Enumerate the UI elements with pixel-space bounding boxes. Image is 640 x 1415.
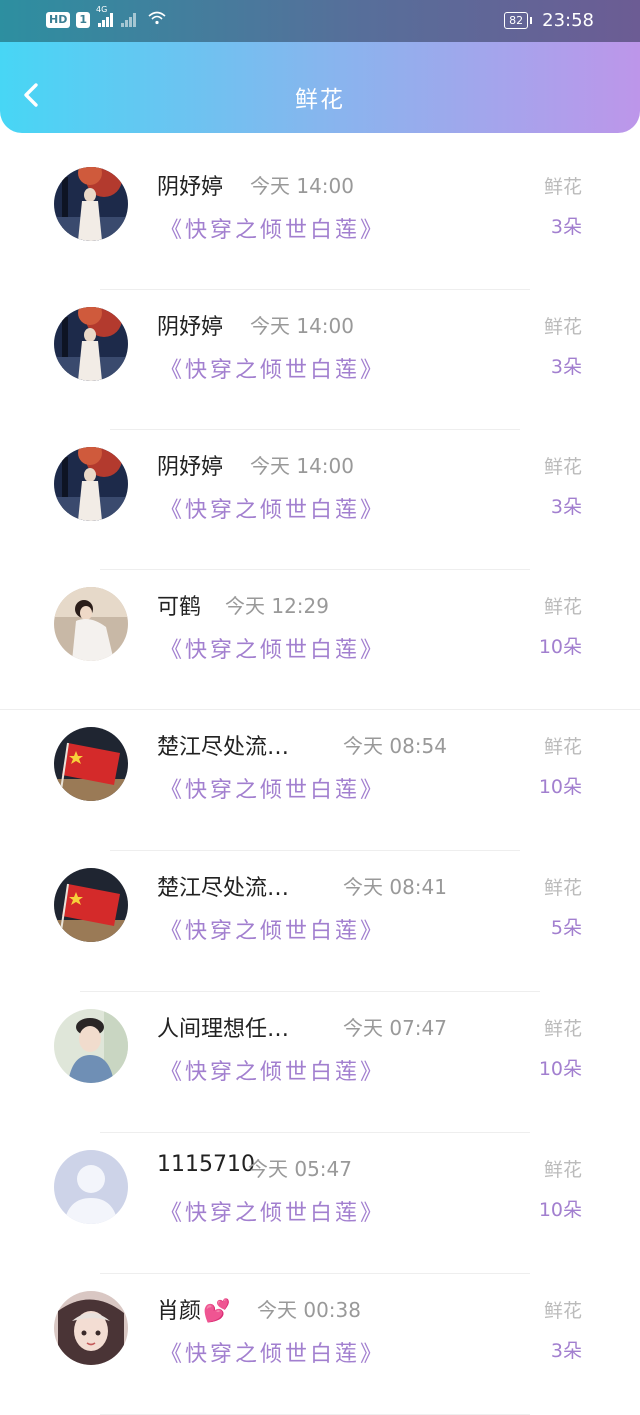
- sender-name: 1115710: [157, 1152, 255, 1177]
- gift-type-label: 鲜花: [543, 1159, 582, 1181]
- flower-count: 3朵: [550, 1340, 582, 1362]
- gift-type-label: 鲜花: [543, 1018, 582, 1040]
- avatar-girl-illustration[interactable]: [54, 1291, 128, 1365]
- flower-count: 5朵: [550, 917, 582, 939]
- sender-name: 人间理想任…: [157, 1011, 289, 1043]
- battery-icon: 82: [504, 12, 533, 29]
- hearts-emoji: 💕: [203, 1299, 231, 1324]
- list-item[interactable]: 楚江尽处流… 今天 08:41 《快穿之倾世白莲》 鲜花 5朵: [0, 851, 640, 992]
- list-item[interactable]: 1115710 今天 05:47 《快穿之倾世白莲》 鲜花 10朵: [0, 1133, 640, 1274]
- hd-badge: HD: [46, 12, 71, 28]
- avatar-boy-photo[interactable]: [54, 1009, 128, 1083]
- sender-name-text: 阴妤婷: [157, 455, 224, 480]
- list-item[interactable]: 阴妤婷 今天 14:00 《快穿之倾世白莲》 鲜花 3朵: [0, 150, 640, 290]
- list-item[interactable]: 阴妤婷 今天 14:00 《快穿之倾世白莲》 鲜花 3朵: [0, 290, 640, 430]
- timestamp: 今天 12:29: [225, 594, 329, 618]
- flower-count: 10朵: [538, 1058, 582, 1080]
- sender-name: 楚江尽处流…: [157, 729, 289, 761]
- list-item[interactable]: 阴妤婷 今天 14:00 《快穿之倾世白莲》 鲜花 3朵: [0, 430, 640, 570]
- sender-name: 阴妤婷: [157, 309, 223, 341]
- status-left: HD 1 4G: [46, 5, 166, 29]
- clock: 23:58: [542, 10, 594, 31]
- avatar-red-flag[interactable]: [54, 868, 128, 942]
- status-right: 82 23:58: [504, 10, 594, 31]
- list-item[interactable]: 肖颜💕 今天 00:38 《快穿之倾世白莲》 鲜花 3朵: [0, 1274, 640, 1415]
- book-title-link[interactable]: 《快穿之倾世白莲》: [160, 1336, 385, 1368]
- gift-type-label: 鲜花: [543, 316, 582, 338]
- avatar-girl-white-dress[interactable]: [54, 587, 128, 661]
- book-title-link[interactable]: 《快穿之倾世白莲》: [160, 352, 385, 384]
- sender-name-text: 肖颜: [157, 1299, 202, 1324]
- gift-type-label: 鲜花: [543, 1300, 582, 1322]
- flower-count: 10朵: [538, 636, 582, 658]
- page-title: 鲜花: [295, 87, 345, 113]
- signal-icon: 4G: [96, 5, 113, 27]
- book-title-link[interactable]: 《快穿之倾世白莲》: [160, 632, 385, 664]
- sender-name-text: 阴妤婷: [157, 175, 224, 200]
- sender-name: 阴妤婷: [157, 169, 223, 201]
- avatar-red-flag[interactable]: [54, 727, 128, 801]
- flower-count: 3朵: [550, 356, 582, 378]
- sender-name: 阴妤婷: [157, 449, 223, 481]
- sender-name: 肖颜💕: [157, 1293, 230, 1325]
- network-type: 4G: [96, 5, 108, 14]
- book-title-link[interactable]: 《快穿之倾世白莲》: [160, 1054, 385, 1086]
- sender-name: 可鹤: [157, 589, 201, 621]
- list-item[interactable]: 可鹤 今天 12:29 《快穿之倾世白莲》 鲜花 10朵: [0, 570, 640, 710]
- flower-count: 10朵: [538, 776, 582, 798]
- avatar-woman-red-tree[interactable]: [54, 167, 128, 241]
- flower-count: 3朵: [550, 496, 582, 518]
- sender-name-text: 阴妤婷: [157, 315, 224, 340]
- status-bar: HD 1 4G 82 23:58: [0, 0, 640, 42]
- timestamp: 今天 14:00: [250, 314, 354, 338]
- book-title-link[interactable]: 《快穿之倾世白莲》: [160, 492, 385, 524]
- wifi-icon: [148, 11, 166, 29]
- timestamp: 今天 08:41: [343, 875, 447, 899]
- sender-name-text: 可鹤: [157, 595, 202, 620]
- avatar-default-silhouette[interactable]: [54, 1150, 128, 1224]
- flower-list: 阴妤婷 今天 14:00 《快穿之倾世白莲》 鲜花 3朵 阴妤婷 今天 14:00 《快穿之倾…: [0, 150, 640, 1415]
- book-title-link[interactable]: 《快穿之倾世白莲》: [160, 1195, 385, 1227]
- signal-icon-2: [121, 13, 136, 27]
- sender-name-text: 楚江尽处流…: [157, 735, 290, 760]
- gift-type-label: 鲜花: [543, 176, 582, 198]
- sim-badge: 1: [76, 12, 90, 28]
- gift-type-label: 鲜花: [543, 877, 582, 899]
- gift-type-label: 鲜花: [543, 456, 582, 478]
- gift-type-label: 鲜花: [543, 736, 582, 758]
- list-item[interactable]: 人间理想任… 今天 07:47 《快穿之倾世白莲》 鲜花 10朵: [0, 992, 640, 1133]
- timestamp: 今天 07:47: [343, 1016, 447, 1040]
- avatar-woman-red-tree[interactable]: [54, 447, 128, 521]
- book-title-link[interactable]: 《快穿之倾世白莲》: [160, 212, 385, 244]
- sender-name-text: 1115710: [157, 1152, 255, 1177]
- gift-type-label: 鲜花: [543, 596, 582, 618]
- book-title-link[interactable]: 《快穿之倾世白莲》: [160, 913, 385, 945]
- timestamp: 今天 05:47: [248, 1157, 352, 1181]
- book-title-link[interactable]: 《快穿之倾世白莲》: [160, 772, 385, 804]
- sender-name-text: 人间理想任…: [157, 1017, 290, 1042]
- timestamp: 今天 08:54: [343, 734, 447, 758]
- sender-name-text: 楚江尽处流…: [157, 876, 290, 901]
- sender-name: 楚江尽处流…: [157, 870, 289, 902]
- flower-count: 3朵: [550, 216, 582, 238]
- timestamp: 今天 00:38: [257, 1298, 361, 1322]
- timestamp: 今天 14:00: [250, 454, 354, 478]
- avatar-woman-red-tree[interactable]: [54, 307, 128, 381]
- list-item[interactable]: 楚江尽处流… 今天 08:54 《快穿之倾世白莲》 鲜花 10朵: [0, 710, 640, 851]
- timestamp: 今天 14:00: [250, 174, 354, 198]
- flower-count: 10朵: [538, 1199, 582, 1221]
